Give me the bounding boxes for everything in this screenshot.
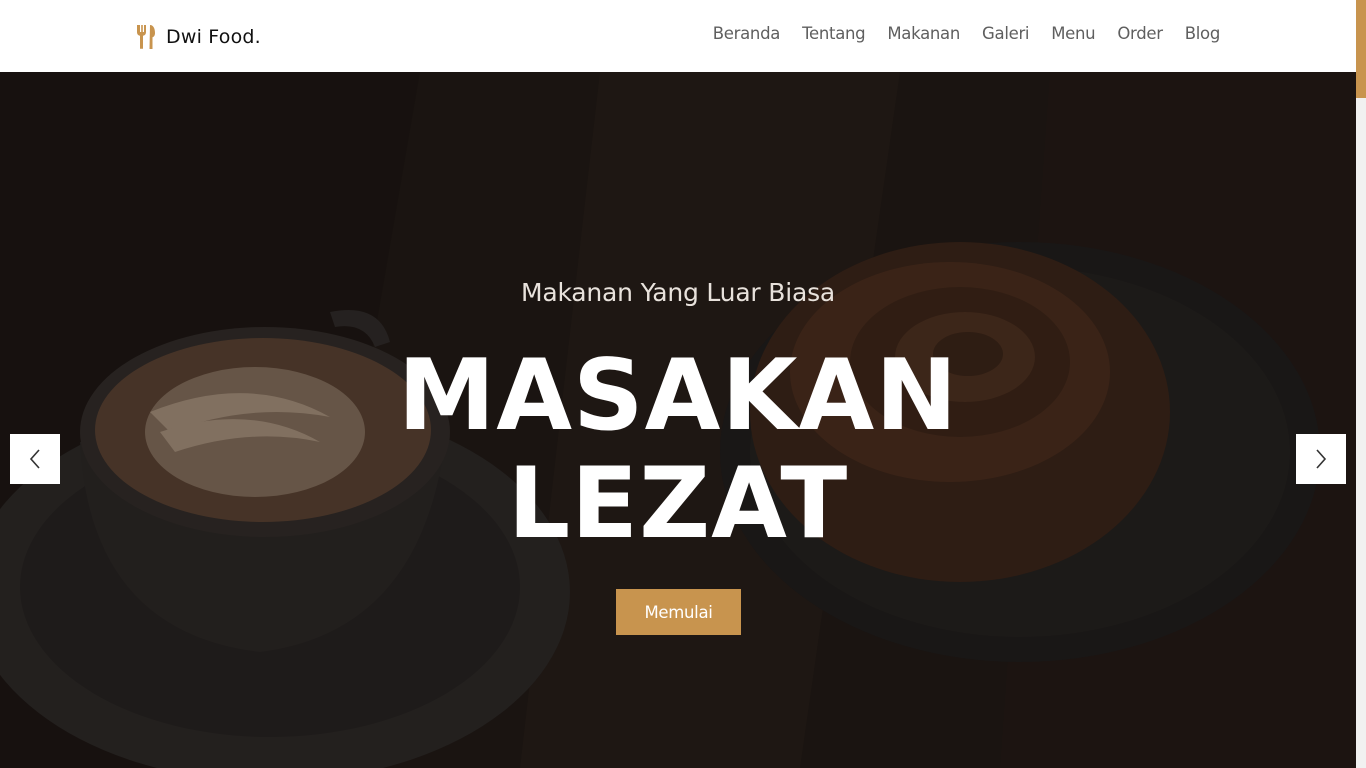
page-scrollbar[interactable] (1356, 0, 1366, 768)
main-nav: Beranda Tentang Makanan Galeri Menu Orde… (713, 24, 1221, 43)
nav-link-galeri[interactable]: Galeri (982, 24, 1030, 43)
nav-link-order[interactable]: Order (1117, 24, 1163, 43)
scrollbar-thumb[interactable] (1356, 0, 1366, 98)
nav-link-beranda[interactable]: Beranda (713, 24, 781, 43)
brand-name: Dwi Food. (166, 26, 261, 48)
fork-knife-icon (137, 25, 155, 49)
hero-title-line1: MASAKAN (397, 339, 959, 453)
get-started-button[interactable]: Memulai (616, 589, 741, 635)
hero-subtitle: Makanan Yang Luar Biasa (520, 278, 836, 307)
chevron-right-icon (1316, 449, 1327, 469)
brand-logo[interactable]: Dwi Food. (134, 22, 261, 52)
slider-prev-button[interactable] (10, 434, 60, 484)
hero-slider: Makanan Yang Luar Biasa MASAKAN LEZAT Me… (0, 72, 1356, 768)
slider-next-button[interactable] (1296, 434, 1346, 484)
nav-link-blog[interactable]: Blog (1185, 24, 1221, 43)
hero-title-line2: LEZAT (507, 447, 849, 561)
hero-title: MASAKAN LEZAT (0, 342, 1356, 558)
nav-link-menu[interactable]: Menu (1051, 24, 1095, 43)
nav-link-makanan[interactable]: Makanan (887, 24, 960, 43)
chevron-left-icon (29, 449, 40, 469)
site-header: Dwi Food. Beranda Tentang Makanan Galeri… (0, 0, 1356, 72)
nav-link-tentang[interactable]: Tentang (802, 24, 866, 43)
